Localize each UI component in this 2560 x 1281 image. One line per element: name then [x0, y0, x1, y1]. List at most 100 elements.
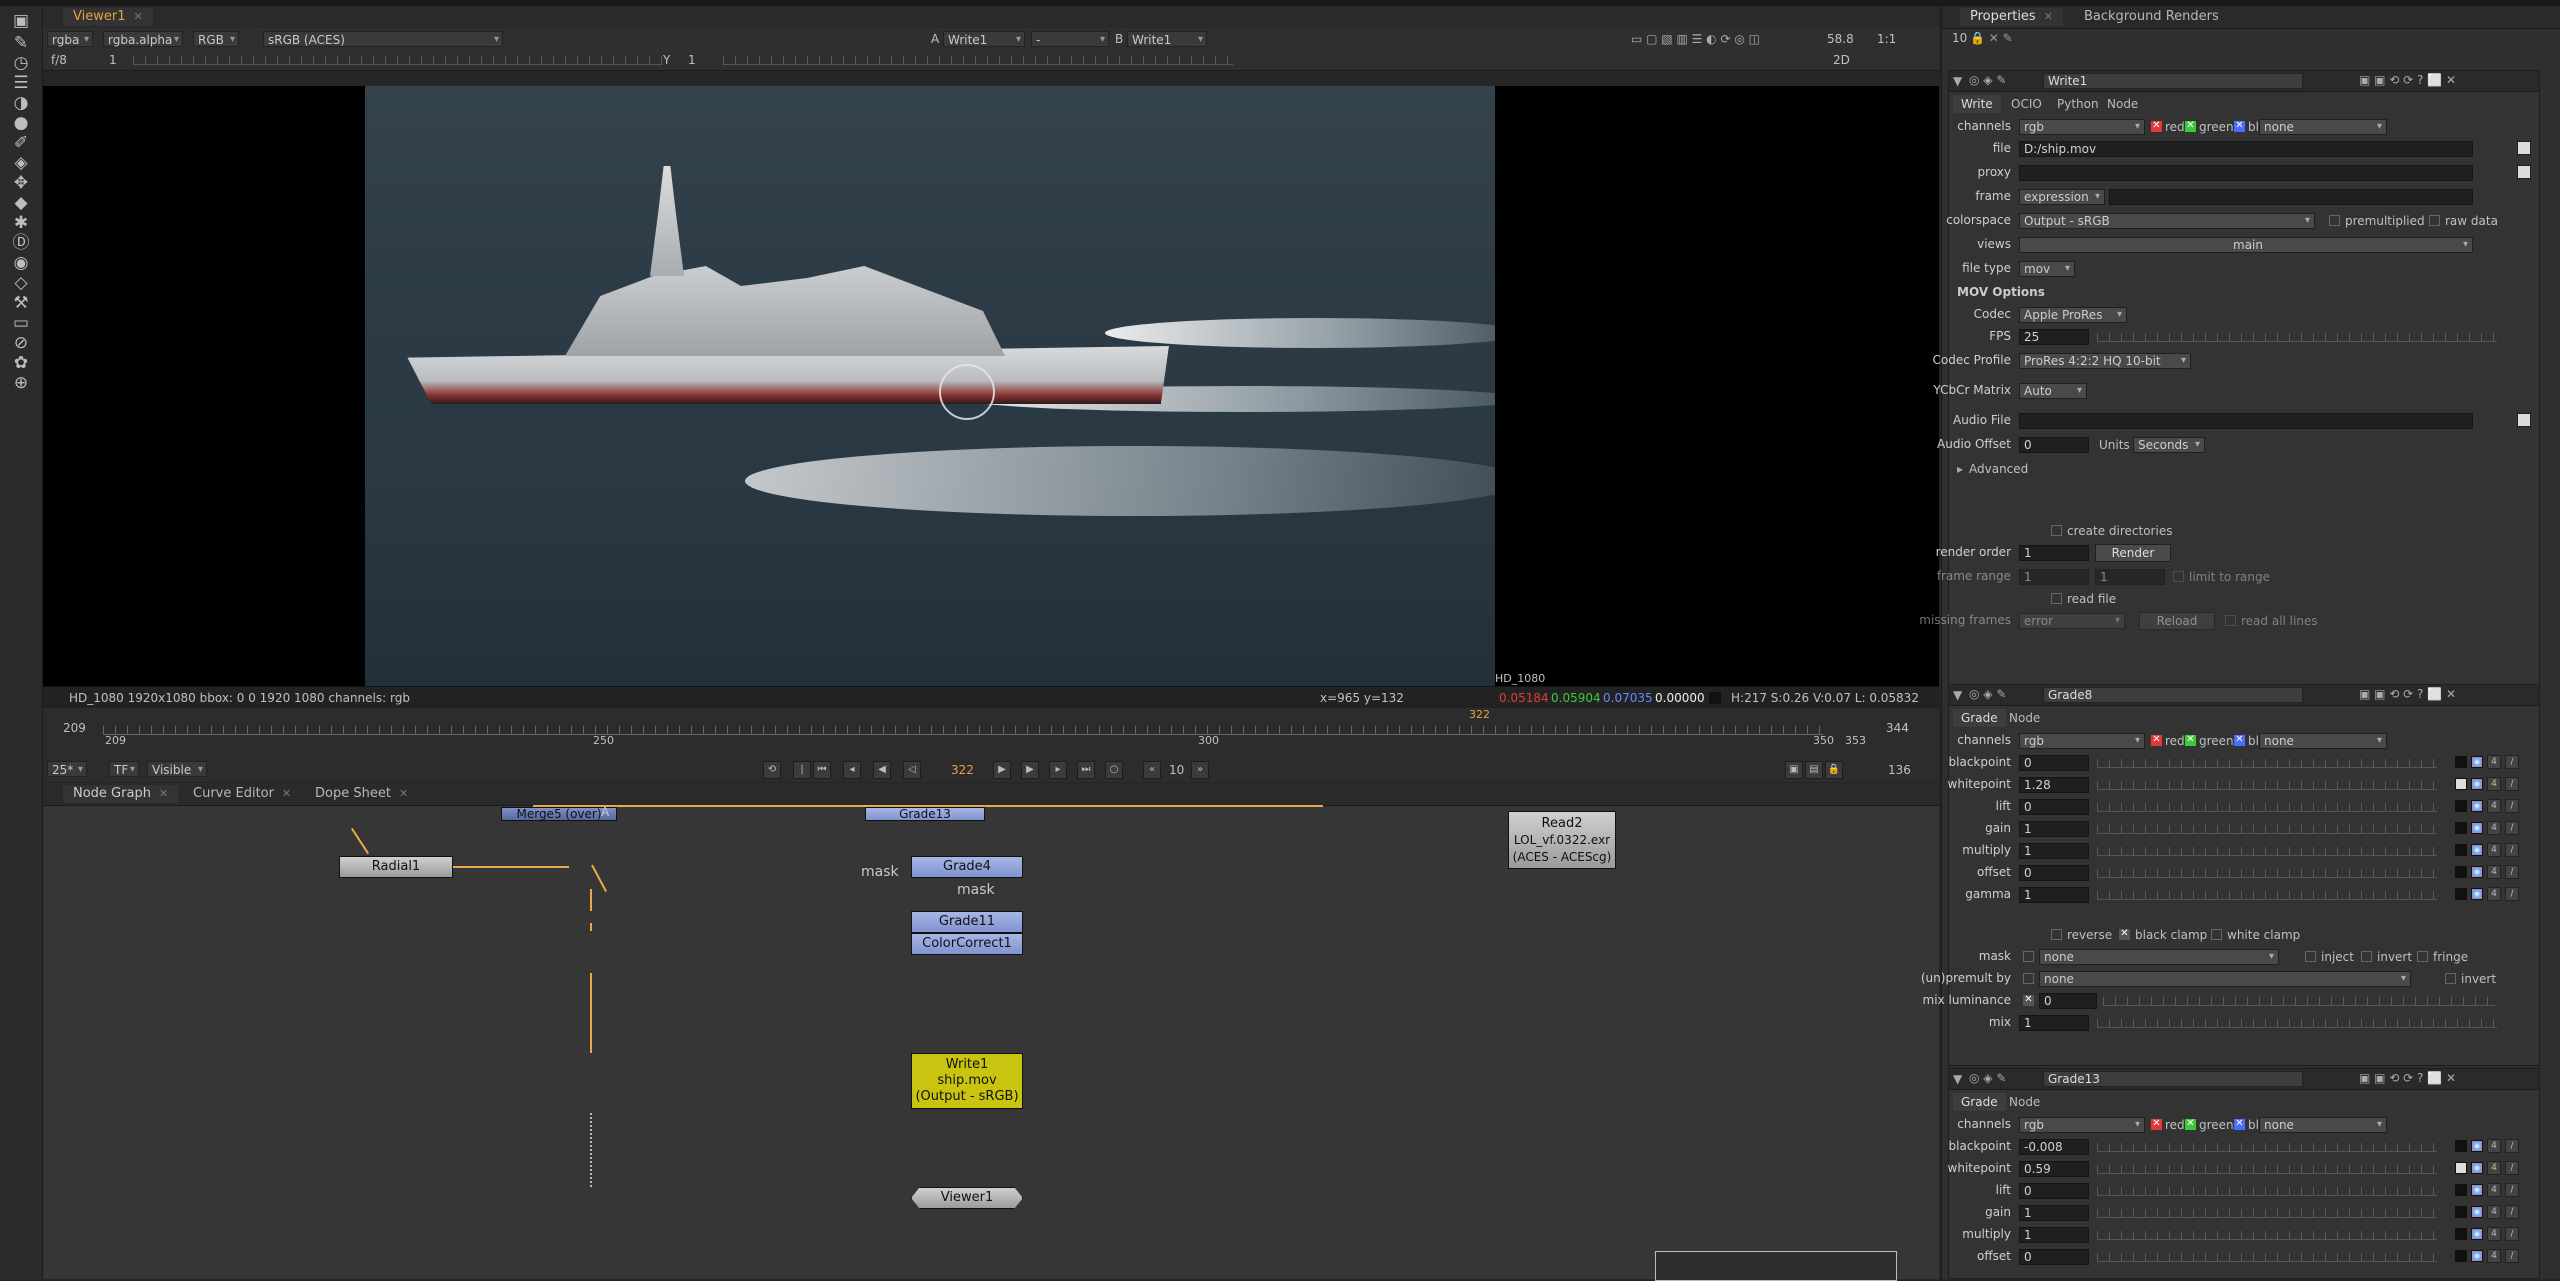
ratio-label[interactable]: 1:1: [1877, 32, 1896, 46]
in-point-icon[interactable]: |: [793, 761, 811, 779]
knob-value-field[interactable]: 0: [2019, 865, 2089, 881]
prev-key-icon[interactable]: ◂: [843, 761, 861, 779]
color-wheel-icon[interactable]: [2471, 1250, 2483, 1262]
color-wheel-icon[interactable]: [2471, 1162, 2483, 1174]
inject-checkbox[interactable]: [2305, 951, 2316, 962]
furnace-tool-icon[interactable]: ⊘: [10, 332, 32, 354]
channel-count-icon[interactable]: 4: [2487, 843, 2501, 857]
tab-viewer1[interactable]: Viewer1 ✕: [63, 8, 153, 26]
curve-icon[interactable]: /: [2505, 887, 2519, 901]
mix-slider[interactable]: [2097, 1019, 2497, 1028]
advanced-row[interactable]: ▸ Advanced: [1949, 459, 2539, 479]
color-swatch[interactable]: [2455, 1140, 2467, 1152]
limit-range-checkbox[interactable]: [2173, 571, 2184, 582]
next-key-icon[interactable]: ▸: [1049, 761, 1067, 779]
read-all-checkbox[interactable]: [2225, 615, 2236, 626]
curve-icon[interactable]: /: [2505, 1227, 2519, 1241]
knob-slider[interactable]: [2097, 891, 2437, 900]
fps-slider[interactable]: [2097, 333, 2497, 342]
crosshair-icon[interactable]: [939, 364, 995, 420]
collapse-icon[interactable]: ▼: [1953, 1072, 1962, 1086]
channels-dropdown[interactable]: rgb: [2019, 733, 2145, 749]
expand-icon[interactable]: ▸: [1957, 462, 1963, 476]
filetype-dropdown[interactable]: mov: [2019, 261, 2075, 277]
codec-dropdown[interactable]: Apple ProRes: [2019, 307, 2127, 323]
tab-curve-editor[interactable]: Curve Editor ✕: [183, 785, 301, 803]
fps-dropdown[interactable]: 25*: [47, 761, 87, 778]
color-wheel-icon[interactable]: [2471, 1206, 2483, 1218]
channels-dropdown[interactable]: rgb: [2019, 1117, 2145, 1133]
audio-file-field[interactable]: [2019, 413, 2473, 429]
merge-tool-icon[interactable]: ◈: [10, 152, 32, 174]
color-wheel-icon[interactable]: [2471, 1228, 2483, 1240]
audio-offset-field[interactable]: 0: [2019, 437, 2089, 453]
knob-slider[interactable]: [2097, 1231, 2437, 1240]
gamma-value[interactable]: 1: [688, 53, 696, 67]
invert-checkbox[interactable]: [2361, 951, 2372, 962]
alpha-dropdown[interactable]: none: [2259, 119, 2387, 135]
create-dirs-checkbox[interactable]: [2051, 525, 2062, 536]
premult-checkbox[interactable]: [2023, 973, 2034, 984]
mask-dropdown[interactable]: none: [2039, 949, 2279, 965]
color-swatch[interactable]: [2455, 1250, 2467, 1262]
tab-node[interactable]: Node: [2001, 1093, 2048, 1111]
knob-slider[interactable]: [2097, 1165, 2437, 1174]
lock-icon[interactable]: 🔒: [1825, 761, 1843, 779]
curve-icon[interactable]: /: [2505, 1161, 2519, 1175]
knob-slider[interactable]: [2097, 1209, 2437, 1218]
curve-icon[interactable]: /: [2505, 755, 2519, 769]
viewer-viewport[interactable]: HD_1080: [43, 86, 1939, 686]
write1-name[interactable]: Write1: [2043, 73, 2303, 89]
viewer-tool-icon[interactable]: ▣: [10, 10, 32, 32]
curve-icon[interactable]: /: [2505, 799, 2519, 813]
frame-range-start[interactable]: 1: [2019, 569, 2089, 585]
node-header-icons[interactable]: ◎ ◈ ✎: [1969, 687, 2006, 701]
timeline-ruler[interactable]: [103, 726, 1823, 735]
play-back-icon[interactable]: ◁: [903, 761, 921, 779]
knob-value-field[interactable]: 1: [2019, 1205, 2089, 1221]
knob-slider[interactable]: [2097, 1143, 2437, 1152]
file-field[interactable]: D:/ship.mov: [2019, 141, 2473, 157]
tab-background-renders[interactable]: Background Renders: [2074, 8, 2229, 26]
alpha-dropdown[interactable]: none: [2259, 733, 2387, 749]
tab-node[interactable]: Node: [2099, 95, 2146, 113]
file-browse-icon[interactable]: [2517, 141, 2531, 155]
colorspace-dropdown[interactable]: Output - sRGB: [2019, 213, 2315, 229]
node-viewer1[interactable]: Viewer1: [911, 1187, 1023, 1209]
node-graph-minimap[interactable]: [1655, 1251, 1897, 1281]
close-icon[interactable]: ✕: [282, 787, 291, 800]
knob-slider[interactable]: [2097, 869, 2437, 878]
blue-checkbox[interactable]: ✕: [2234, 121, 2245, 132]
channel-count-icon[interactable]: 4: [2487, 1161, 2501, 1175]
alpha-dropdown[interactable]: rgba.alpha: [103, 31, 183, 48]
deep-tool-icon[interactable]: Ⓓ: [10, 232, 32, 254]
mix-luminance-checkbox[interactable]: ✕: [2023, 995, 2034, 1006]
header-right-icons[interactable]: ▣ ▣ ⟲ ⟳ ? ⬜ ✕: [2359, 687, 2456, 701]
knob-slider[interactable]: [2097, 1187, 2437, 1196]
color-swatch[interactable]: [2455, 1206, 2467, 1218]
knob-value-field[interactable]: 0: [2019, 1183, 2089, 1199]
frame-dropdown[interactable]: expression: [2019, 189, 2105, 205]
knob-value-field[interactable]: 1: [2019, 887, 2089, 903]
view-transform-dropdown[interactable]: sRGB (ACES): [263, 31, 503, 48]
knob-slider[interactable]: [2097, 847, 2437, 856]
curve-icon[interactable]: /: [2505, 1183, 2519, 1197]
audio-browse-icon[interactable]: [2517, 413, 2531, 427]
curve-icon[interactable]: /: [2505, 821, 2519, 835]
other-tool-icon[interactable]: ▭: [10, 312, 32, 334]
alpha-dropdown[interactable]: none: [2259, 1117, 2387, 1133]
collapse-icon[interactable]: ▼: [1953, 74, 1962, 88]
first-frame-icon[interactable]: ⏮: [813, 761, 831, 779]
fps-field[interactable]: 25: [2019, 329, 2089, 345]
keyer-tool-icon[interactable]: ✐: [10, 132, 32, 154]
channel-count-icon[interactable]: 4: [2487, 777, 2501, 791]
red-checkbox[interactable]: ✕: [2151, 1119, 2162, 1130]
skip-back-icon[interactable]: «: [1143, 761, 1161, 779]
tab-write[interactable]: Write: [1953, 95, 2001, 113]
green-checkbox[interactable]: ✕: [2185, 121, 2196, 132]
render-button[interactable]: Render: [2095, 544, 2171, 562]
read-file-checkbox[interactable]: [2051, 593, 2062, 604]
reload-button[interactable]: Reload: [2139, 612, 2215, 630]
frame-range-end[interactable]: 1: [2095, 569, 2165, 585]
color-swatch[interactable]: [2455, 1162, 2467, 1174]
